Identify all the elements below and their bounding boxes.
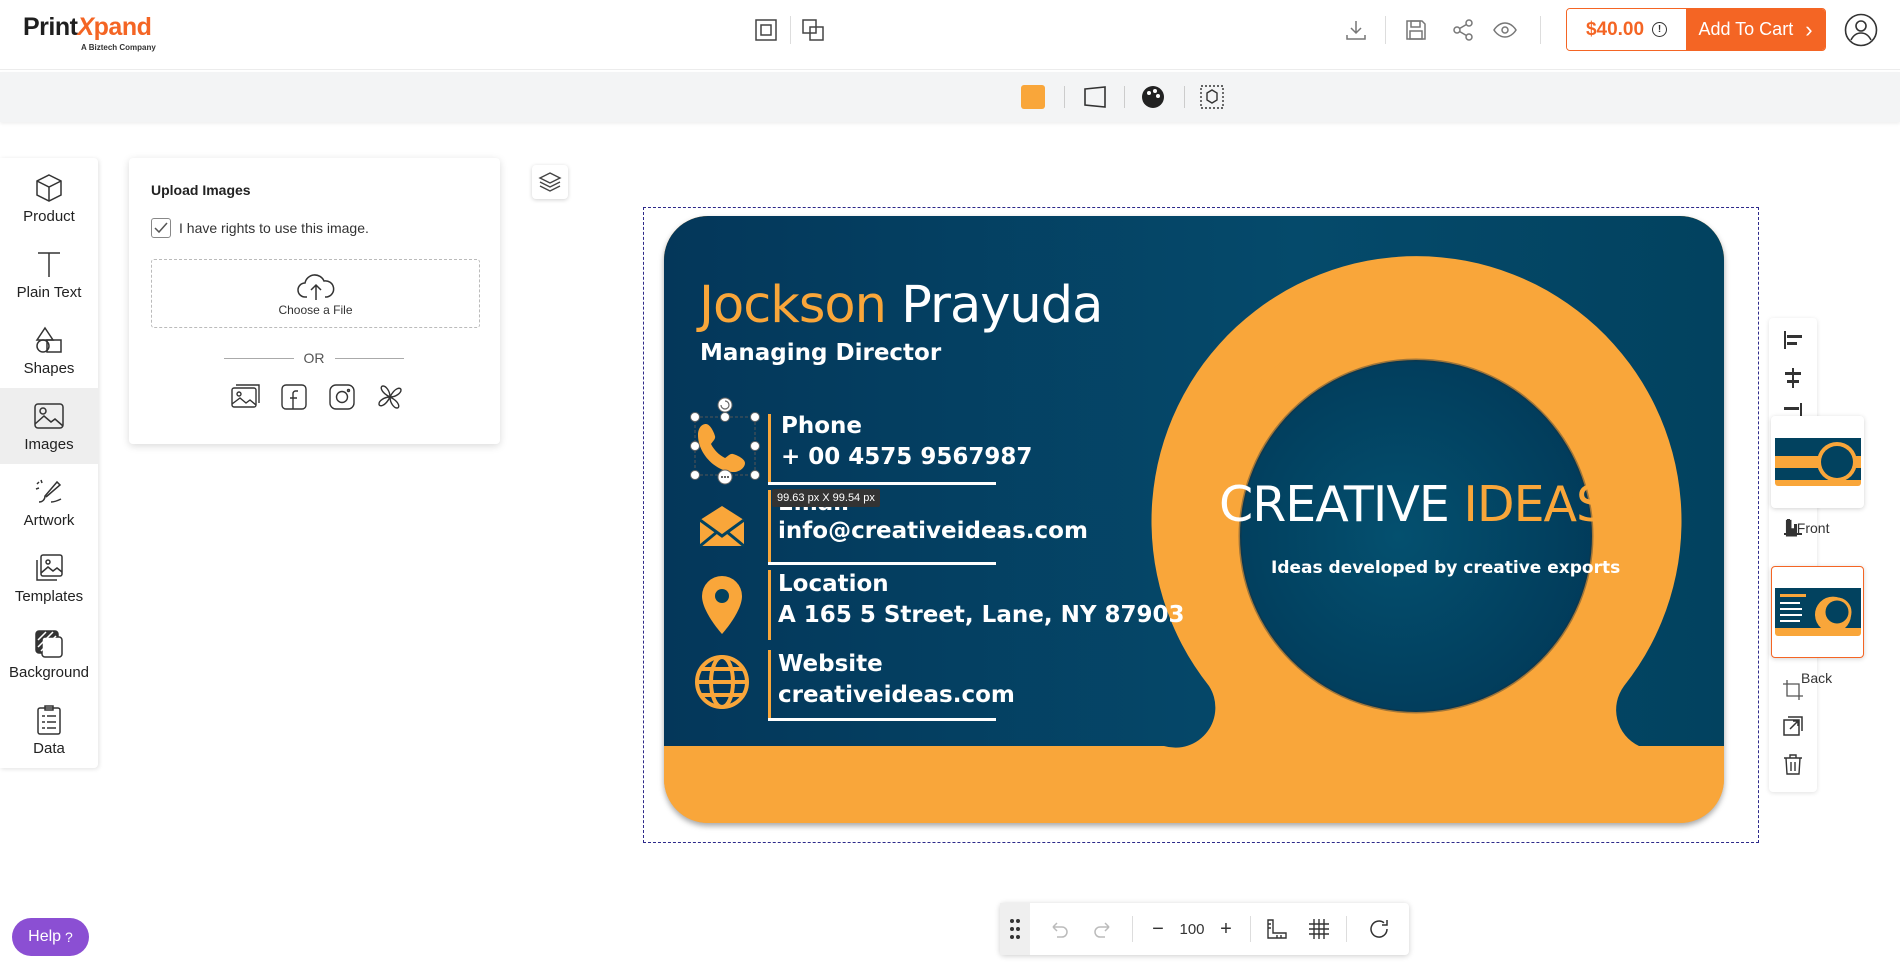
instagram-icon[interactable] xyxy=(327,382,357,412)
checkmark-icon xyxy=(154,222,168,234)
upload-images-panel: Upload Images I have rights to use this … xyxy=(129,158,500,444)
size-tooltip: 99.63 px X 99.54 px xyxy=(772,489,880,507)
undo-icon[interactable] xyxy=(1044,914,1074,944)
sidebar-item-data[interactable]: Data xyxy=(0,692,98,768)
layers-button[interactable] xyxy=(532,165,568,199)
front-preview xyxy=(1774,438,1861,486)
gallery-icon[interactable] xyxy=(231,382,261,412)
3d-box-icon[interactable] xyxy=(1197,82,1227,112)
reset-refresh-icon[interactable] xyxy=(1364,914,1394,944)
chevron-right-icon: › xyxy=(1805,16,1813,42)
help-button[interactable]: Help ? xyxy=(12,918,89,956)
chart-bars-icon: ▙ xyxy=(1786,520,1797,536)
sidebar-item-background[interactable]: Background xyxy=(0,616,98,692)
printxpand-logo[interactable]: PrintXpand A Biztech Company xyxy=(23,13,156,52)
email-icon[interactable] xyxy=(692,496,752,556)
contact-location[interactable]: Location A 165 5 Street, Lane, NY 87903 xyxy=(778,569,1185,631)
resize-icon[interactable] xyxy=(1781,714,1805,738)
contact-website[interactable]: Website creativeideas.com xyxy=(778,649,1015,711)
preview-eye-icon[interactable] xyxy=(1490,15,1520,45)
sidebar-item-shapes[interactable]: Shapes xyxy=(0,312,98,388)
templates-icon xyxy=(36,553,63,581)
save-icon[interactable] xyxy=(1401,15,1431,45)
sidebar-item-templates[interactable]: Templates xyxy=(0,540,98,616)
image-source-icons xyxy=(231,382,405,412)
grid-icon[interactable] xyxy=(1304,914,1334,944)
layers-icon xyxy=(538,172,562,192)
globe-icon[interactable] xyxy=(692,652,752,712)
text-icon xyxy=(38,251,60,277)
question-icon: ? xyxy=(65,929,73,945)
ruler-icon[interactable] xyxy=(1262,914,1292,944)
zoom-out-button[interactable]: − xyxy=(1146,914,1170,944)
add-to-cart-button[interactable]: Add To Cart › xyxy=(1686,9,1825,50)
sidebar-item-artwork[interactable]: Artwork xyxy=(0,464,98,540)
image-icon xyxy=(34,402,64,429)
artwork-icon xyxy=(35,479,62,503)
selection-handles[interactable] xyxy=(688,397,768,485)
zoom-level: 100 xyxy=(1179,920,1205,938)
card-job-title[interactable]: Managing Director xyxy=(700,340,941,366)
ungroup-icon[interactable] xyxy=(798,15,828,45)
card-tagline[interactable]: Ideas developed by creative exports xyxy=(1271,558,1620,578)
shapes-icon xyxy=(35,326,62,353)
card-full-name[interactable]: Jockson Prayuda xyxy=(699,276,1103,335)
object-toolbar xyxy=(0,72,1900,122)
trash-icon[interactable] xyxy=(1781,752,1805,776)
choose-file-dropzone[interactable]: Choose a File xyxy=(151,259,480,328)
color-palette-icon[interactable] xyxy=(1138,82,1168,112)
business-card[interactable]: Jockson Prayuda Managing Director Phone … xyxy=(664,216,1724,823)
sidebar-item-plain-text[interactable]: Plain Text xyxy=(0,236,98,312)
pinwheel-icon[interactable] xyxy=(375,382,405,412)
app-header: PrintXpand A Biztech Company $40.00 ! Ad… xyxy=(0,0,1900,70)
rights-checkbox[interactable] xyxy=(151,218,171,238)
sidebar-item-images[interactable]: Images xyxy=(0,388,98,464)
back-side-thumbnail[interactable] xyxy=(1771,566,1864,658)
price-and-cart: $40.00 ! Add To Cart › xyxy=(1566,8,1826,51)
share-icon[interactable] xyxy=(1448,15,1478,45)
rights-checkbox-row[interactable]: I have rights to use this image. xyxy=(151,218,369,238)
download-icon[interactable] xyxy=(1341,15,1371,45)
user-account-icon[interactable] xyxy=(1844,13,1878,47)
flip-icon[interactable] xyxy=(1080,82,1110,112)
tool-sidebar: Product Plain Text Shapes Images Artwork… xyxy=(0,158,98,768)
data-icon xyxy=(37,704,61,735)
price-display: $40.00 ! xyxy=(1567,9,1686,50)
front-label[interactable]: ▙Front xyxy=(1786,520,1829,537)
canvas-bottom-toolbar: − 100 + xyxy=(1000,903,1409,955)
cube-icon xyxy=(36,173,62,202)
card-headline[interactable]: CREATIVE IDEAS xyxy=(1219,476,1619,533)
contact-phone[interactable]: Phone + 00 4575 9567987 xyxy=(781,411,1032,473)
alignment-toolbar xyxy=(1769,318,1817,792)
location-pin-icon[interactable] xyxy=(692,572,752,634)
background-icon xyxy=(35,629,63,658)
fill-color-swatch[interactable] xyxy=(1018,82,1048,112)
group-icon[interactable] xyxy=(751,15,781,45)
panel-title: Upload Images xyxy=(151,182,251,198)
or-divider: OR xyxy=(224,350,404,366)
price-info-icon[interactable]: ! xyxy=(1652,22,1668,37)
facebook-icon[interactable] xyxy=(279,382,309,412)
back-preview xyxy=(1774,588,1861,636)
cloud-upload-icon xyxy=(296,273,334,300)
back-label[interactable]: Back xyxy=(1801,670,1832,686)
front-side-thumbnail[interactable] xyxy=(1771,416,1864,508)
zoom-in-button[interactable]: + xyxy=(1214,914,1238,944)
align-center-icon[interactable] xyxy=(1781,366,1805,390)
redo-icon[interactable] xyxy=(1088,914,1118,944)
drag-handle-icon[interactable] xyxy=(1000,903,1030,955)
sidebar-item-product[interactable]: Product xyxy=(0,160,98,236)
align-left-icon[interactable] xyxy=(1781,328,1805,352)
